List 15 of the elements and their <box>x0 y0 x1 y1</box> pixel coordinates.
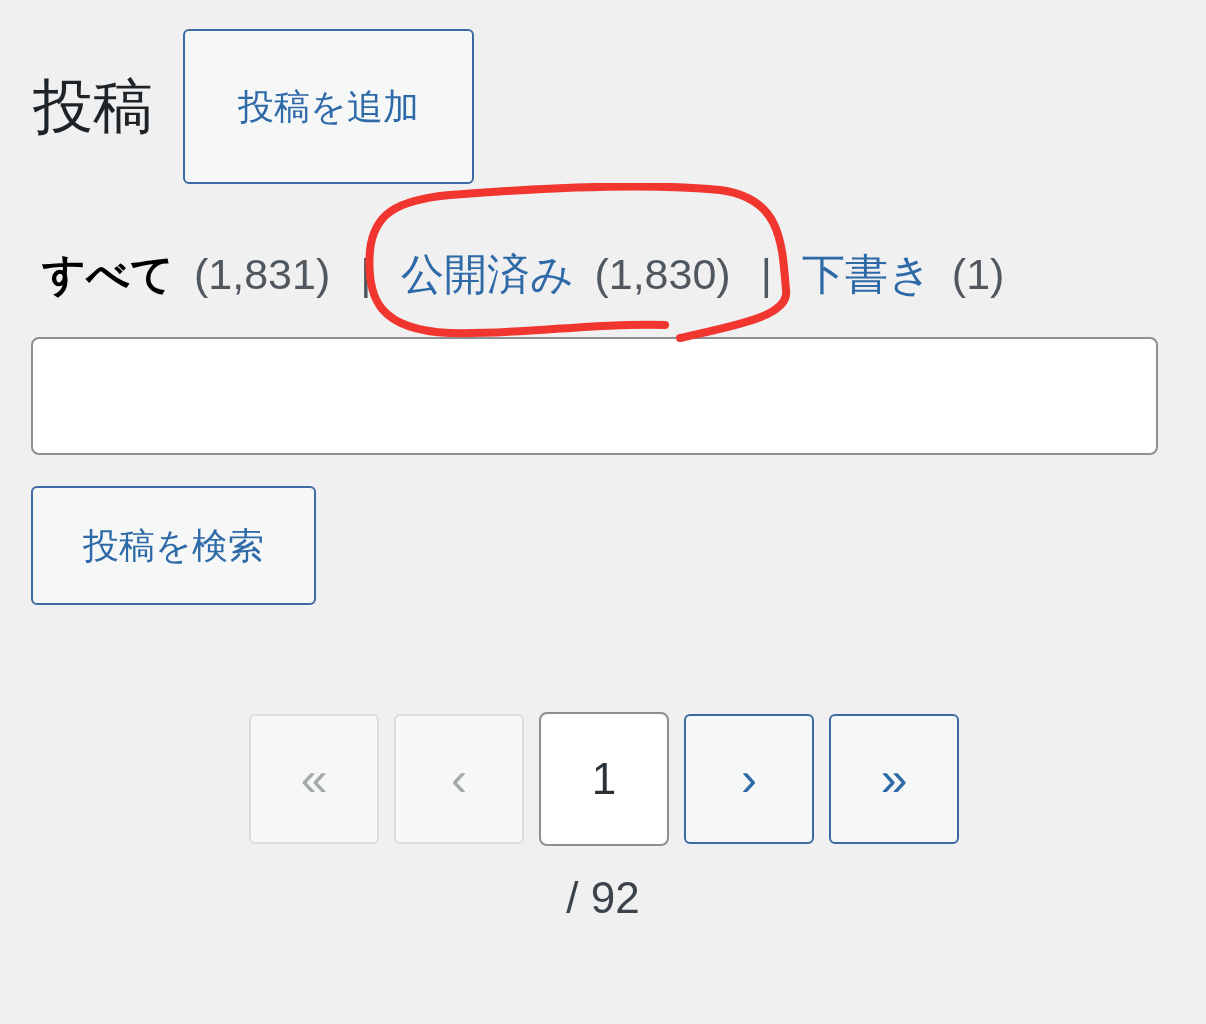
filter-link[interactable]: 公開済み <box>401 252 575 296</box>
separator: | <box>760 252 772 296</box>
add-post-button[interactable]: 投稿を追加 <box>183 29 474 184</box>
pagination-button[interactable]: › <box>684 714 814 844</box>
search-posts-button[interactable]: 投稿を検索 <box>31 486 316 605</box>
search-field[interactable] <box>31 337 1158 455</box>
pagination-button[interactable]: » <box>829 714 959 844</box>
post-count: (1,831) <box>194 252 331 296</box>
post-count: (1,830) <box>594 252 731 296</box>
filter-link[interactable]: 下書き <box>801 252 932 296</box>
post-count: (1) <box>951 252 1005 296</box>
total-pages: / 92 <box>566 876 640 920</box>
page-title: 投稿 <box>33 76 153 137</box>
current-page-field[interactable]: 1 <box>539 712 669 846</box>
filter-link[interactable]: すべて <box>42 252 174 296</box>
